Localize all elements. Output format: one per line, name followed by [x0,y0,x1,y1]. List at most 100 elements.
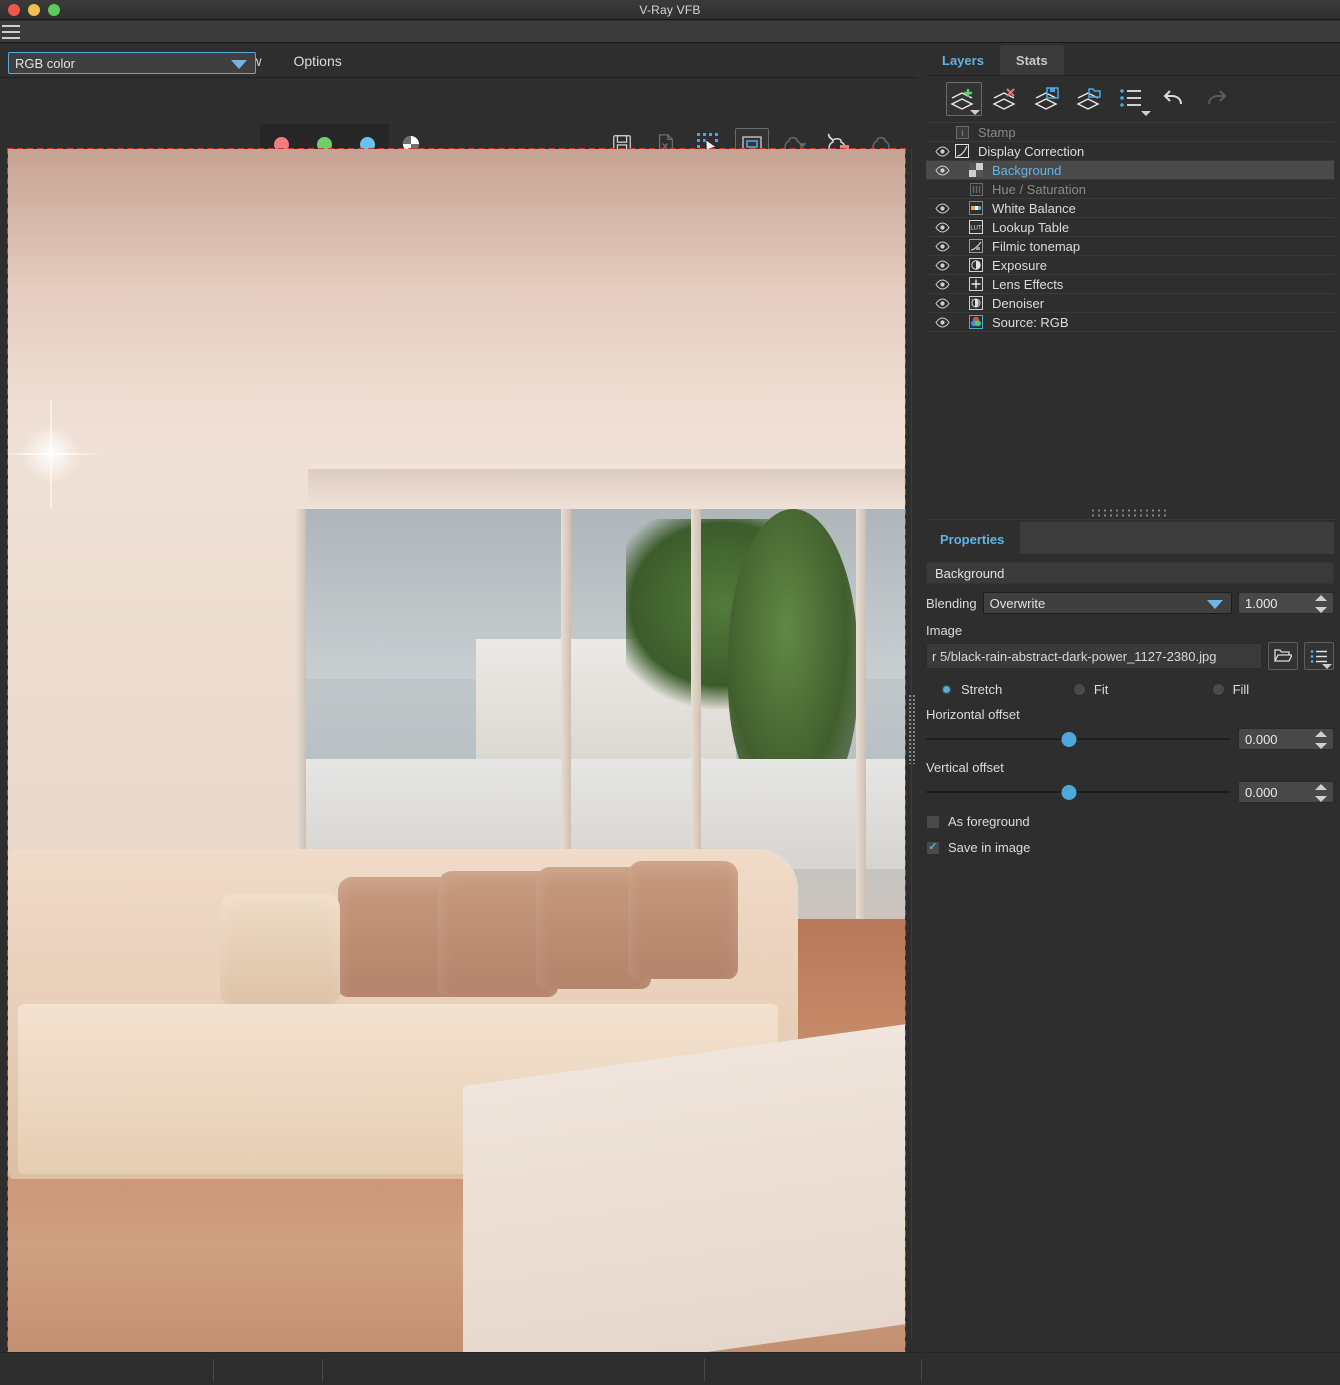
stepper-arrows-icon[interactable] [1315,784,1327,802]
layer-row-source-rgb[interactable]: Source: RGB [926,313,1334,332]
layer-row-filmic-tonemap[interactable]: Filmic tonemap [926,237,1334,256]
layer-row-white-balance[interactable]: White Balance [926,199,1334,218]
properties-splitter[interactable] [926,506,1334,520]
layer-row-lens-effects[interactable]: Lens Effects [926,275,1334,294]
layer-presets-button[interactable] [1114,82,1151,116]
undo-button[interactable] [1156,82,1192,116]
white-balance-icon [966,201,986,215]
vertical-offset-stepper[interactable]: 0.000 [1238,781,1334,803]
save-in-image-row[interactable]: ✓ Save in image [926,840,1334,855]
slider-handle[interactable] [1061,731,1077,747]
menu-options[interactable]: Options [278,49,358,73]
fit-mode-fill[interactable]: Fill [1211,682,1249,697]
layers-pane: Layers Stats i Stamp Display Correction … [918,44,1340,1385]
eye-icon [934,259,950,271]
visibility-toggle[interactable] [932,221,952,233]
radio-icon[interactable] [1072,683,1086,696]
hamburger-menu-icon[interactable] [2,25,20,39]
fit-mode-fit-label: Fit [1093,682,1109,697]
tab-properties[interactable]: Properties [926,524,1018,554]
presets-list-icon [1120,89,1141,107]
lens-effects-icon [966,277,986,291]
visibility-toggle[interactable] [932,164,952,176]
browse-image-button[interactable] [1268,642,1298,670]
layer-label: Stamp [978,124,1016,140]
eye-icon [934,297,950,309]
channel-select-value: RGB color [15,55,75,71]
radio-icon[interactable] [940,683,953,696]
layer-row-background[interactable]: Background [926,161,1334,180]
blending-label: Blending [926,595,977,611]
load-layers-button[interactable] [1072,82,1108,116]
layer-row-display-correction[interactable]: Display Correction [926,142,1334,161]
as-foreground-checkbox[interactable] [926,814,940,829]
radio-icon[interactable] [1211,683,1225,696]
svg-text:i: i [961,128,963,138]
as-foreground-row[interactable]: As foreground [926,814,1334,829]
layer-label: Lens Effects [992,276,1064,292]
tab-stats[interactable]: Stats [999,45,1064,75]
render-viewport[interactable] [7,148,906,1357]
layer-row-hue-saturation[interactable]: Hue / Saturation [926,180,1334,199]
image-presets-button[interactable] [1304,642,1334,670]
image-label: Image [926,623,963,638]
redo-button[interactable] [1198,82,1234,116]
visibility-toggle[interactable] [932,278,952,290]
right-pane-tabs: Layers Stats [926,44,1340,76]
save-in-image-checkbox[interactable]: ✓ [926,840,940,855]
slider-handle[interactable] [1061,784,1077,800]
layer-label: Display Correction [978,143,1085,159]
layer-row-denoiser[interactable]: Denoiser [926,294,1334,313]
image-path-row: r 5/black-rain-abstract-dark-power_1127-… [926,642,1334,670]
visibility-toggle[interactable] [932,316,952,328]
delete-layer-button[interactable] [988,82,1024,116]
horizontal-offset-stepper[interactable]: 0.000 [1238,728,1334,750]
fit-mode-fit[interactable]: Fit [1072,682,1212,697]
presets-list-icon [1310,649,1327,663]
layer-list[interactable]: i Stamp Display Correction Background Hu… [926,122,1334,502]
pane-splitter[interactable] [906,149,918,1339]
horizontal-offset-value: 0.000 [1245,731,1278,747]
add-layer-button[interactable] [946,82,982,116]
channel-select[interactable]: RGB color [8,52,256,74]
save-layers-button[interactable] [1030,82,1066,116]
stepper-arrows-icon[interactable] [1315,731,1327,749]
fit-mode-group: Stretch Fit Fill [926,682,1334,697]
fit-mode-stretch[interactable]: Stretch [926,682,1073,697]
stamp-icon: i [952,125,972,139]
layer-row-stamp[interactable]: i Stamp [926,123,1334,142]
add-layer-icon [950,89,974,110]
splitter-grip[interactable] [908,694,916,764]
blending-select[interactable]: Overwrite [982,592,1232,614]
splitter-grip[interactable] [1090,508,1170,517]
layer-label: Source: RGB [992,314,1069,330]
fit-mode-stretch-label: Stretch [961,682,1003,697]
vray-vfb-window: V-Ray VFB File Render Image View Options… [0,0,1340,1385]
as-foreground-label: As foreground [948,814,1030,829]
visibility-toggle[interactable] [932,202,952,214]
visibility-toggle[interactable] [932,297,952,309]
app-menu-strip [0,21,1340,43]
visibility-toggle[interactable] [932,145,952,157]
properties-tab-filler [1020,522,1334,554]
properties-panel: Properties Background Blending Overwrite… [926,522,1334,1385]
blending-opacity-stepper[interactable]: 1.000 [1238,592,1334,614]
layer-name-field[interactable]: Background [926,562,1334,584]
load-layers-icon [1076,88,1101,110]
visibility-toggle[interactable] [932,259,952,271]
visibility-toggle[interactable] [932,240,952,252]
vertical-offset-slider[interactable] [926,783,1230,801]
layer-row-lookup-table[interactable]: LUT Lookup Table [926,218,1334,237]
chevron-down-icon [970,110,980,115]
background-icon [966,163,986,177]
hue-saturation-icon [966,182,986,196]
filmic-tonemap-icon [966,239,986,253]
layer-label: Filmic tonemap [992,238,1081,254]
stepper-arrows-icon[interactable] [1315,595,1327,613]
image-path-input[interactable]: r 5/black-rain-abstract-dark-power_1127-… [926,643,1262,669]
tab-layers[interactable]: Layers [926,45,1000,75]
curve-icon [952,144,972,158]
layer-row-exposure[interactable]: Exposure [926,256,1334,275]
horizontal-offset-slider[interactable] [926,730,1230,748]
undo-icon [1163,90,1182,105]
